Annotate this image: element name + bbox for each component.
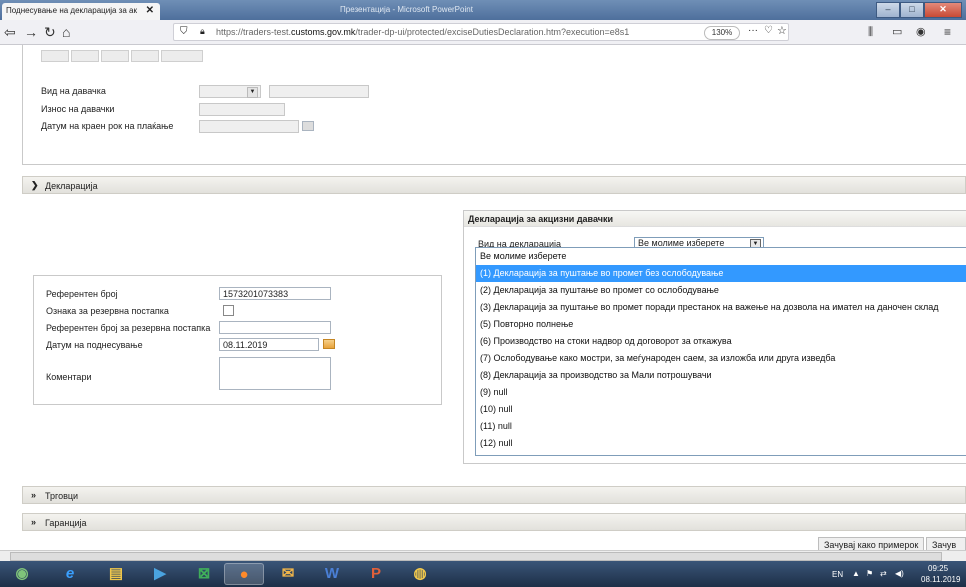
submission-date-label: Датум на поднесување [46, 340, 143, 350]
subtab[interactable] [131, 50, 159, 62]
section-traders-title: Трговци [45, 491, 79, 501]
duty-type-select[interactable]: ▼ [199, 85, 261, 98]
declaration-form-box: Референтен број 1573201073383 Ознака за … [33, 275, 442, 405]
chevron-down-icon: ❯ [31, 180, 39, 190]
section-guarantee[interactable]: » Гаранција [22, 513, 966, 531]
tab-close-icon[interactable]: ✕ [146, 5, 154, 16]
chrome-icon[interactable]: ◍ [400, 563, 440, 585]
section-declaration[interactable]: ❯ Декларација [22, 176, 966, 194]
menu-icon[interactable]: ≡ [944, 20, 951, 44]
minimize-icon[interactable]: – [876, 2, 900, 18]
maximize-icon[interactable]: □ [900, 2, 924, 18]
backup-procedure-label: Ознака за резервна постапка [46, 306, 169, 316]
url-text[interactable]: https://traders-test.customs.gov.mk/trad… [216, 27, 629, 37]
windows-taskbar: ◉ e ▤ ▶ ⊠ ● ✉ W P ◍ EN ▲ ⚑ ⇄ ◀) 09:25 08… [0, 561, 966, 587]
close-window-icon[interactable]: ✕ [924, 2, 962, 18]
submission-date-field[interactable]: 08.11.2019 [219, 338, 319, 351]
window-controls: – □ ✕ [876, 2, 962, 18]
chevron-right-icon: » [31, 490, 37, 500]
pocket-icon[interactable]: ♡ [764, 25, 773, 36]
excise-panel-title: Декларација за акцизни давачки [464, 211, 966, 227]
clock-time[interactable]: 09:25 [928, 564, 948, 573]
reference-number-label: Референтен број [46, 289, 118, 299]
language-indicator[interactable]: EN [832, 570, 843, 579]
duty-type-description [269, 85, 369, 98]
backup-reference-field[interactable] [219, 321, 331, 334]
home-icon[interactable]: ⌂ [62, 20, 70, 44]
subtab[interactable] [161, 50, 203, 62]
powerpoint-icon[interactable]: P [356, 563, 396, 585]
bookmark-star-icon[interactable]: ☆ [777, 24, 787, 37]
subtab[interactable] [101, 50, 129, 62]
reload-icon[interactable]: ↻ [44, 20, 56, 44]
section-declaration-title: Декларација [45, 181, 98, 191]
dropdown-option[interactable]: (5) Повторно полнење [476, 316, 966, 333]
calendar-icon[interactable] [302, 121, 314, 131]
section-guarantee-title: Гаранција [45, 518, 87, 528]
word-icon[interactable]: W [312, 563, 352, 585]
duty-form-box: Вид на давачка ▼ Износ на давачки Датум … [22, 45, 966, 165]
backup-reference-label: Референтен број за резервна постапка [46, 323, 211, 333]
dropdown-option[interactable]: (7) Ослободување како мостри, за меѓунар… [476, 350, 966, 367]
save-button[interactable]: Зачув [926, 537, 966, 550]
clock-date[interactable]: 08.11.2019 [921, 575, 960, 584]
dropdown-option[interactable]: (6) Производство на стоки надвор од дого… [476, 333, 966, 350]
subtab-row [41, 50, 205, 64]
shield-icon[interactable]: ⛉ [180, 26, 188, 37]
tab-title: Поднесување на декларација за ак [6, 6, 137, 15]
file-explorer-icon[interactable]: ▤ [96, 563, 136, 585]
tray-arrow-icon[interactable]: ▲ [852, 569, 860, 578]
dropdown-option[interactable]: (9) null [476, 384, 966, 401]
network-icon[interactable]: ⇄ [880, 569, 887, 578]
dropdown-option[interactable]: (10) null [476, 401, 966, 418]
dropdown-option[interactable]: (11) null [476, 418, 966, 435]
reference-number-field[interactable]: 1573201073383 [219, 287, 331, 300]
chevron-right-icon: » [31, 517, 37, 527]
browser-tab-strip: Поднесување на декларација за ак ✕ Презе… [0, 0, 966, 20]
subtab[interactable] [71, 50, 99, 62]
payment-deadline-label: Датум на краен рок на плаќање [41, 121, 174, 131]
dropdown-option[interactable]: Ве молиме изберете [476, 248, 966, 265]
url-bar[interactable]: ⛉ 🔒︎ https://traders-test.customs.gov.mk… [173, 23, 789, 41]
horizontal-scrollbar[interactable] [0, 550, 966, 561]
payment-deadline-field[interactable] [199, 120, 299, 133]
duty-amount-label: Износ на давачки [41, 104, 115, 114]
back-icon[interactable]: ⇦ [4, 20, 16, 44]
volume-icon[interactable]: ◀) [895, 569, 904, 578]
forward-icon[interactable]: → [24, 20, 38, 44]
comments-textarea[interactable] [219, 357, 331, 390]
dropdown-option[interactable]: (2) Декларација за пуштање во промет со … [476, 282, 966, 299]
chevron-down-icon: ▼ [247, 87, 258, 98]
dropdown-option[interactable]: (3) Декларација за пуштање во промет пор… [476, 299, 966, 316]
save-as-template-button[interactable]: Зачувај како примерок [818, 537, 925, 550]
firefox-icon[interactable]: ● [224, 563, 264, 585]
start-button-icon[interactable]: ◉ [8, 563, 36, 585]
excel-icon[interactable]: ⊠ [184, 563, 224, 585]
backup-procedure-checkbox[interactable] [223, 305, 234, 316]
calendar-icon[interactable] [323, 339, 335, 349]
sidebar-icon[interactable]: ▭ [892, 20, 902, 44]
dropdown-option[interactable]: (8) Декларација за производство за Мали … [476, 367, 966, 384]
background-window-title: Презентација - Microsoft PowerPoint [340, 5, 473, 14]
flag-icon[interactable]: ⚑ [866, 569, 873, 578]
browser-tab[interactable]: Поднесување на декларација за ак ✕ [2, 3, 160, 20]
media-player-icon[interactable]: ▶ [140, 563, 180, 585]
dropdown-option-selected[interactable]: (1) Декларација за пуштање во промет без… [476, 265, 966, 282]
subtab[interactable] [41, 50, 69, 62]
scrollbar-thumb[interactable] [10, 552, 942, 561]
internet-explorer-icon[interactable]: e [50, 563, 90, 585]
comments-label: Коментари [46, 372, 92, 382]
section-traders[interactable]: » Трговци [22, 486, 966, 504]
library-icon[interactable]: ⫼ [868, 20, 873, 44]
dropdown-option[interactable]: (12) null [476, 435, 966, 452]
zoom-level[interactable]: 130% [704, 26, 740, 40]
lock-icon: 🔒︎ [200, 26, 205, 36]
page-content: Вид на давачка ▼ Износ на давачки Датум … [0, 45, 966, 550]
outlook-icon[interactable]: ✉ [268, 563, 308, 585]
duty-type-label: Вид на давачка [41, 86, 106, 96]
page-actions-icon[interactable]: ··· [748, 25, 758, 36]
addon-icon[interactable]: ◉ [916, 20, 926, 44]
duty-amount-field[interactable] [199, 103, 285, 116]
declaration-type-dropdown-list: Ве молиме изберете (1) Декларација за пу… [475, 247, 966, 456]
